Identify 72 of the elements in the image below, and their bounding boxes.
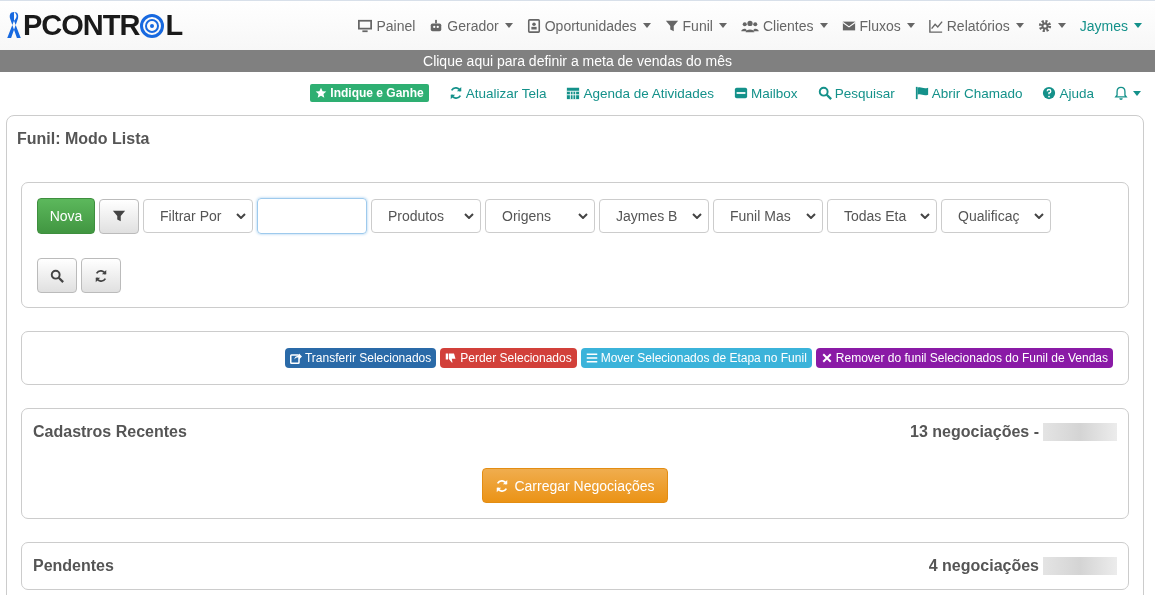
page-title: Funil: Modo Lista bbox=[17, 130, 151, 148]
section-title: Cadastros Recentes bbox=[33, 423, 187, 441]
share-icon bbox=[290, 352, 302, 364]
deal-count: 4 negociações bbox=[928, 557, 1039, 575]
dropdown[interactable]: Qualificaç bbox=[941, 199, 1051, 233]
toolbar-link[interactable]: Agenda de Atividades bbox=[566, 85, 715, 101]
dropdown[interactable]: Funil Mas bbox=[713, 199, 823, 233]
caret-icon bbox=[1133, 90, 1141, 96]
logo-text: PCONTR bbox=[23, 9, 140, 42]
users-icon bbox=[740, 18, 759, 33]
chevron-down-icon bbox=[806, 213, 816, 219]
chevron-down-icon bbox=[920, 213, 930, 219]
dropdown[interactable]: Produtos bbox=[371, 199, 481, 233]
chevron-down-icon bbox=[692, 213, 702, 219]
toolbar-link[interactable]: Abrir Chamado bbox=[914, 85, 1023, 101]
logo[interactable]: PCONTR L bbox=[6, 9, 183, 42]
contact-card-icon bbox=[526, 18, 541, 33]
thumbs-down-icon bbox=[445, 352, 458, 364]
nav-menu-item[interactable]: Gerador bbox=[422, 17, 520, 34]
nav-menu-item[interactable]: Jaymes bbox=[1072, 17, 1149, 34]
robot-icon bbox=[429, 18, 444, 33]
monitor-icon bbox=[358, 18, 373, 33]
filter-icon bbox=[112, 209, 126, 223]
filter-button[interactable] bbox=[99, 198, 139, 234]
menu-icon bbox=[585, 352, 598, 364]
bulk-action-button[interactable]: Transferir Selecionados bbox=[285, 348, 437, 368]
toolbar-link[interactable]: Ajuda bbox=[1042, 85, 1094, 101]
nav-menu-item[interactable]: Fluxos bbox=[834, 17, 922, 34]
nav-menu-item[interactable]: Oportunidades bbox=[519, 17, 658, 34]
line-chart-icon bbox=[928, 18, 943, 33]
refresh-button[interactable] bbox=[81, 258, 121, 293]
dropdown[interactable]: Filtrar Por bbox=[143, 199, 253, 233]
bulk-action-button[interactable]: Perder Selecionados bbox=[440, 348, 577, 368]
new-button[interactable]: Nova bbox=[37, 198, 95, 234]
help-icon bbox=[1042, 86, 1057, 100]
dropdown[interactable]: Jaymes B bbox=[599, 199, 709, 233]
nav-menu-item[interactable]: Relatórios bbox=[921, 17, 1031, 34]
toolbar-link[interactable]: Pesquisar bbox=[817, 85, 895, 101]
chevron-down-icon bbox=[578, 213, 588, 219]
chevron-down-icon bbox=[464, 213, 474, 219]
ribbon-icon bbox=[6, 10, 22, 41]
refresh-icon bbox=[448, 86, 463, 100]
nav-menu-item[interactable]: Clientes bbox=[733, 17, 835, 34]
chevron-down-icon bbox=[236, 213, 246, 219]
filter-icon bbox=[664, 18, 679, 33]
bell-icon bbox=[1114, 86, 1128, 100]
sales-goal-banner[interactable]: Clique aqui para definir a meta de vendas do mês bbox=[0, 50, 1155, 72]
search-field[interactable] bbox=[257, 198, 367, 234]
refresh-icon bbox=[94, 268, 108, 283]
inbox-icon bbox=[734, 86, 749, 100]
dropdown[interactable]: Origens bbox=[485, 199, 595, 233]
logo-text: L bbox=[165, 9, 183, 42]
close-icon bbox=[820, 352, 833, 364]
search-button[interactable] bbox=[37, 258, 77, 293]
chevron-down-icon bbox=[1034, 213, 1044, 219]
notifications-menu[interactable] bbox=[1114, 86, 1141, 100]
nav-menu-item[interactable]: Funil bbox=[657, 17, 734, 34]
dropdown[interactable]: Todas Eta bbox=[827, 199, 937, 233]
deal-count: 13 negociações - bbox=[910, 423, 1039, 441]
section-title: Pendentes bbox=[33, 557, 114, 575]
flag-icon bbox=[914, 86, 929, 100]
toolbar-link[interactable]: Atualizar Tela bbox=[448, 85, 547, 101]
star-icon bbox=[315, 87, 328, 99]
toolbar-link[interactable]: Mailbox bbox=[734, 85, 798, 101]
refresh-icon bbox=[495, 478, 510, 493]
settings-icon bbox=[1037, 18, 1052, 33]
search-icon bbox=[817, 86, 832, 100]
calendar-icon bbox=[566, 86, 581, 100]
bulk-action-button[interactable]: Remover do funil Selecionados do Funil de Vendas bbox=[815, 348, 1113, 368]
target-icon bbox=[140, 13, 165, 38]
nav-menu-item[interactable]: Painel bbox=[351, 17, 423, 34]
search-icon bbox=[50, 268, 64, 283]
